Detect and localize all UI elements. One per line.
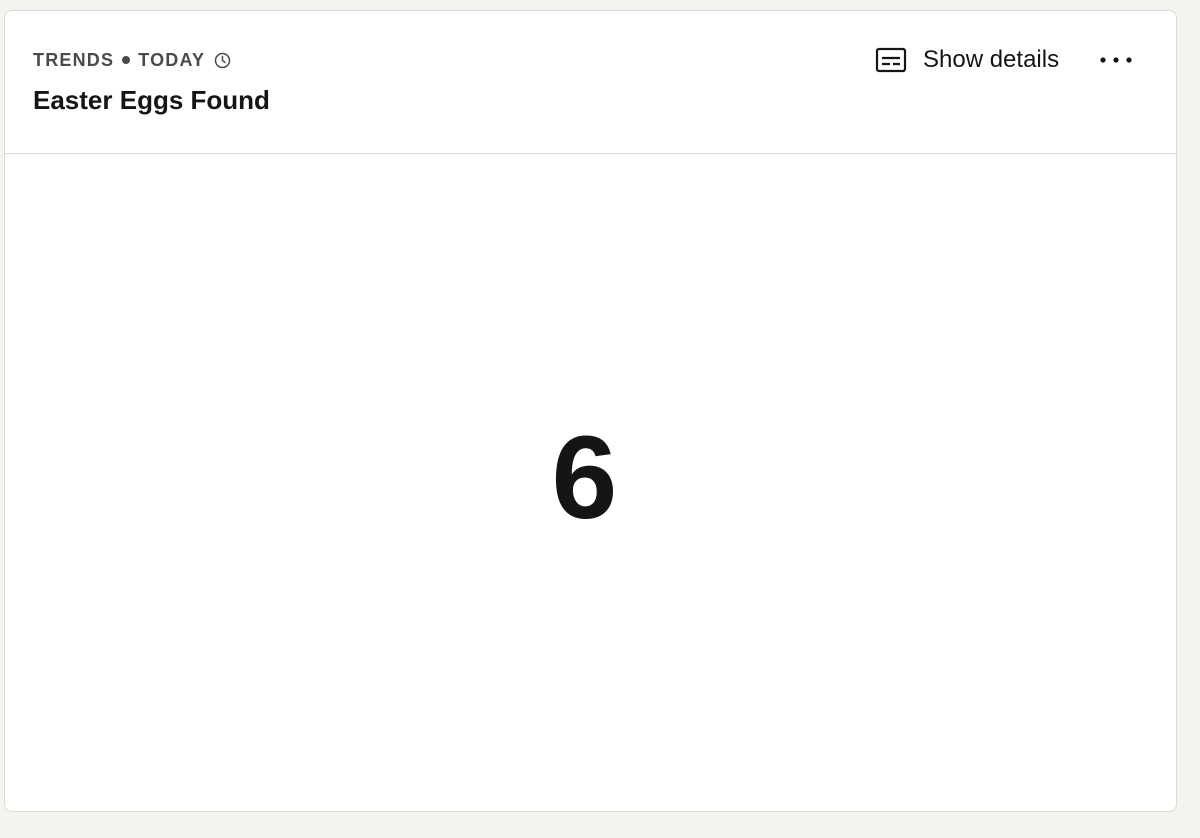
separator-dot — [122, 56, 131, 64]
show-details-button[interactable]: Show details — [871, 42, 1063, 78]
insight-meta: TRENDS TODAY — [33, 49, 231, 71]
insight-title[interactable]: Easter Eggs Found — [33, 85, 270, 116]
insight-card: TRENDS TODAY Easter Eggs Found Show deta… — [4, 10, 1177, 812]
show-details-label: Show details — [923, 46, 1060, 73]
more-options-button[interactable] — [1095, 45, 1137, 75]
card-header: TRENDS TODAY Easter Eggs Found Show deta… — [5, 11, 1176, 154]
date-range-label: TODAY — [138, 49, 206, 70]
more-horizontal-icon — [1099, 56, 1133, 64]
card-body: 6 — [5, 154, 1176, 811]
clock-icon[interactable] — [214, 52, 231, 69]
insight-type-label: TRENDS — [33, 49, 115, 70]
subtitles-icon — [875, 47, 907, 73]
metric-value: 6 — [551, 412, 618, 544]
